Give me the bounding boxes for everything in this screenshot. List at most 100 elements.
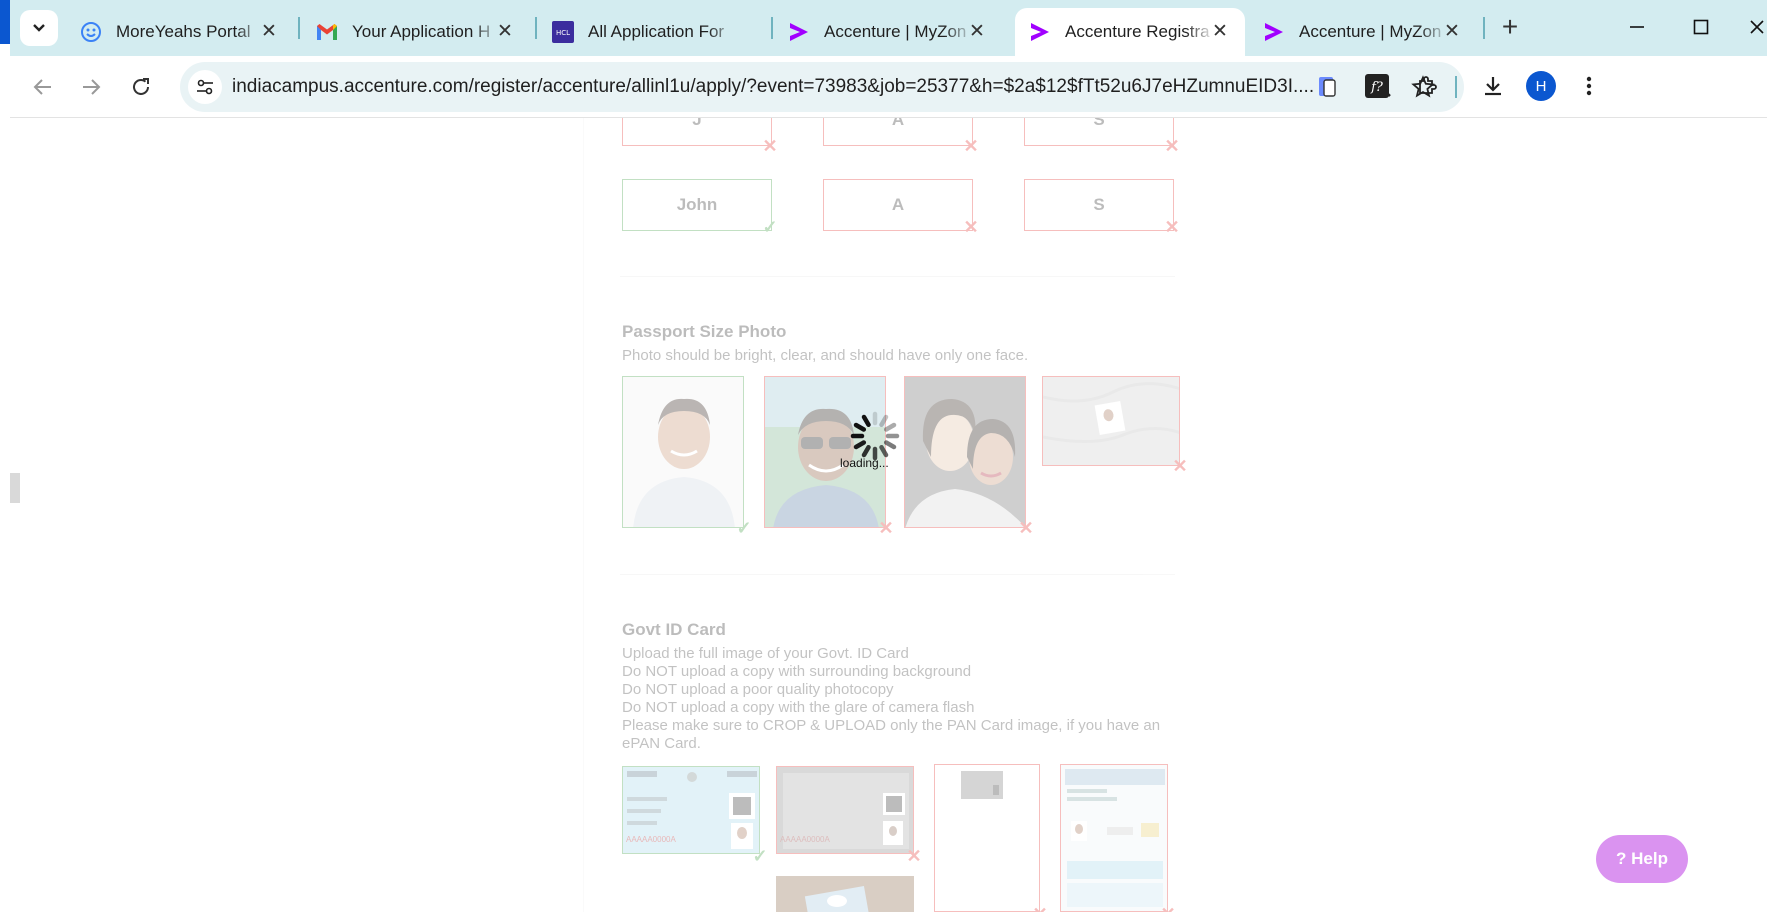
tab-search-button[interactable] (20, 10, 58, 46)
tab-title: All Application For (588, 22, 725, 41)
name-example-box: John (622, 179, 772, 231)
address-bar[interactable]: indiacampus.accenture.com/register/accen… (180, 62, 1464, 112)
toolbar-divider (1455, 76, 1457, 98)
cross-icon: ✕ (1164, 216, 1180, 237)
phone-link-icon (1319, 77, 1336, 97)
close-icon[interactable]: ✕ (1441, 20, 1463, 42)
url-text[interactable]: indiacampus.accenture.com/register/accen… (232, 76, 1322, 98)
tab-divider (771, 17, 773, 39)
id-card-example-glare (776, 876, 914, 912)
tab-divider (1483, 17, 1485, 39)
cross-icon: ✕ (963, 216, 979, 237)
hcl-icon: HCL (552, 21, 574, 43)
window-edge-mark (10, 473, 20, 503)
tab-divider (535, 17, 537, 39)
id-card-example-full: AAAAA0000A (622, 766, 760, 854)
tab-title: Accenture Registra (1065, 22, 1210, 41)
cross-icon: ✕ (1018, 517, 1034, 538)
cross-icon: ✕ (906, 845, 922, 866)
cross-icon: ✕ (1158, 904, 1178, 912)
check-icon: ✓ (736, 517, 752, 538)
minimize-button[interactable] (1622, 12, 1652, 42)
tab-accenture-myzone[interactable]: Accenture | MyZon ✕ (774, 8, 1002, 56)
close-icon[interactable]: ✕ (258, 20, 280, 42)
cross-icon: ✕ (762, 135, 778, 156)
close-window-button[interactable] (1742, 12, 1767, 42)
taskbar-edge (0, 0, 10, 44)
window-left-edge (0, 0, 10, 912)
extensions-menu-button[interactable] (1410, 69, 1444, 103)
close-icon[interactable]: ✕ (1209, 20, 1231, 42)
puzzle-icon (1419, 76, 1437, 94)
govt-id-instruction: Do NOT upload a poor quality photocopy (622, 681, 894, 698)
close-icon[interactable]: ✕ (494, 20, 516, 42)
accenture-icon (788, 21, 810, 43)
forward-button[interactable] (74, 70, 108, 104)
download-icon (1485, 77, 1501, 96)
cross-icon: ✕ (1172, 455, 1188, 476)
section-divider (620, 574, 1175, 575)
id-card-example-small (934, 764, 1040, 912)
check-icon: ✓ (762, 216, 778, 237)
tab-title: Accenture | MyZon (1299, 22, 1442, 41)
tab-title: Your Application H (352, 22, 491, 41)
svg-text:f?: f? (1370, 80, 1384, 95)
name-example-box: S (1024, 118, 1174, 146)
menu-button[interactable] (1572, 69, 1606, 103)
cross-icon: ✕ (1164, 135, 1180, 156)
passport-photo-example-single (622, 376, 744, 528)
back-button[interactable] (26, 70, 60, 104)
govt-id-instruction: Do NOT upload a copy with the glare of c… (622, 699, 975, 716)
downloads-button[interactable] (1476, 69, 1510, 103)
passport-photo-example-two-faces (904, 376, 1026, 528)
profile-avatar[interactable]: H (1526, 71, 1556, 101)
tab-moreyeahs[interactable]: MoreYeahs Portal ✕ (66, 8, 294, 56)
tab-gmail[interactable]: Your Application H ✕ (302, 8, 530, 56)
tab-hcl[interactable]: HCL All Application For (538, 8, 766, 56)
cross-icon: ✕ (1030, 904, 1050, 912)
formula-icon: f? (1365, 74, 1389, 98)
govt-id-instruction: Upload the full image of your Govt. ID C… (622, 645, 909, 662)
page-content: J ✕ A ✕ S ✕ John ✓ A ✕ S ✕ Passport Size… (10, 118, 1767, 912)
maximize-button[interactable] (1686, 12, 1716, 42)
registration-form-overlay: J ✕ A ✕ S ✕ John ✓ A ✕ S ✕ Passport Size… (583, 118, 1188, 912)
govt-id-title: Govt ID Card (622, 620, 726, 639)
check-icon: ✓ (752, 845, 768, 866)
help-button[interactable]: ? Help (1596, 835, 1688, 883)
passport-photo-example-small-face (1042, 376, 1180, 466)
card-number: AAAAA0000A (780, 835, 830, 844)
reload-button[interactable] (124, 70, 158, 104)
arrow-left-icon (33, 79, 51, 95)
accenture-icon (1029, 21, 1051, 43)
accenture-icon (1263, 21, 1285, 43)
close-icon[interactable]: ✕ (966, 20, 988, 42)
tab-title: Accenture | MyZon (824, 22, 967, 41)
new-tab-button[interactable]: + (1496, 13, 1524, 42)
govt-id-instruction: Please make sure to CROP & UPLOAD only t… (622, 717, 1161, 752)
extension-button[interactable]: f? (1360, 69, 1394, 103)
id-card-example-background: AAAAA0000A (776, 766, 914, 854)
tab-strip: MoreYeahs Portal ✕ Your Application H ✕ … (0, 0, 1767, 56)
loading-text: loading... (840, 456, 889, 470)
chevron-down-icon (33, 24, 45, 32)
name-example-box: A (823, 118, 973, 146)
tab-accenture-registration[interactable]: Accenture Registra ✕ (1015, 8, 1245, 56)
card-number: AAAAA0000A (626, 835, 676, 844)
reload-icon (133, 78, 149, 95)
extension-button[interactable] (1310, 69, 1344, 103)
maximize-icon (1693, 19, 1709, 35)
name-example-box: J (622, 118, 772, 146)
site-info-button[interactable] (188, 70, 222, 104)
passport-photo-hint: Photo should be bright, clear, and shoul… (622, 347, 1029, 364)
browser-toolbar: indiacampus.accenture.com/register/accen… (10, 56, 1767, 118)
moreyeahs-icon (80, 21, 102, 43)
tab-divider (298, 17, 300, 39)
cross-icon: ✕ (963, 135, 979, 156)
id-card-example-epan-full (1060, 764, 1168, 912)
gmail-icon (316, 21, 338, 43)
name-example-box: A (823, 179, 973, 231)
section-divider (620, 276, 1175, 277)
tab-accenture-myzone[interactable]: Accenture | MyZon ✕ (1249, 8, 1477, 56)
tune-icon (197, 79, 213, 95)
arrow-right-icon (83, 79, 101, 95)
